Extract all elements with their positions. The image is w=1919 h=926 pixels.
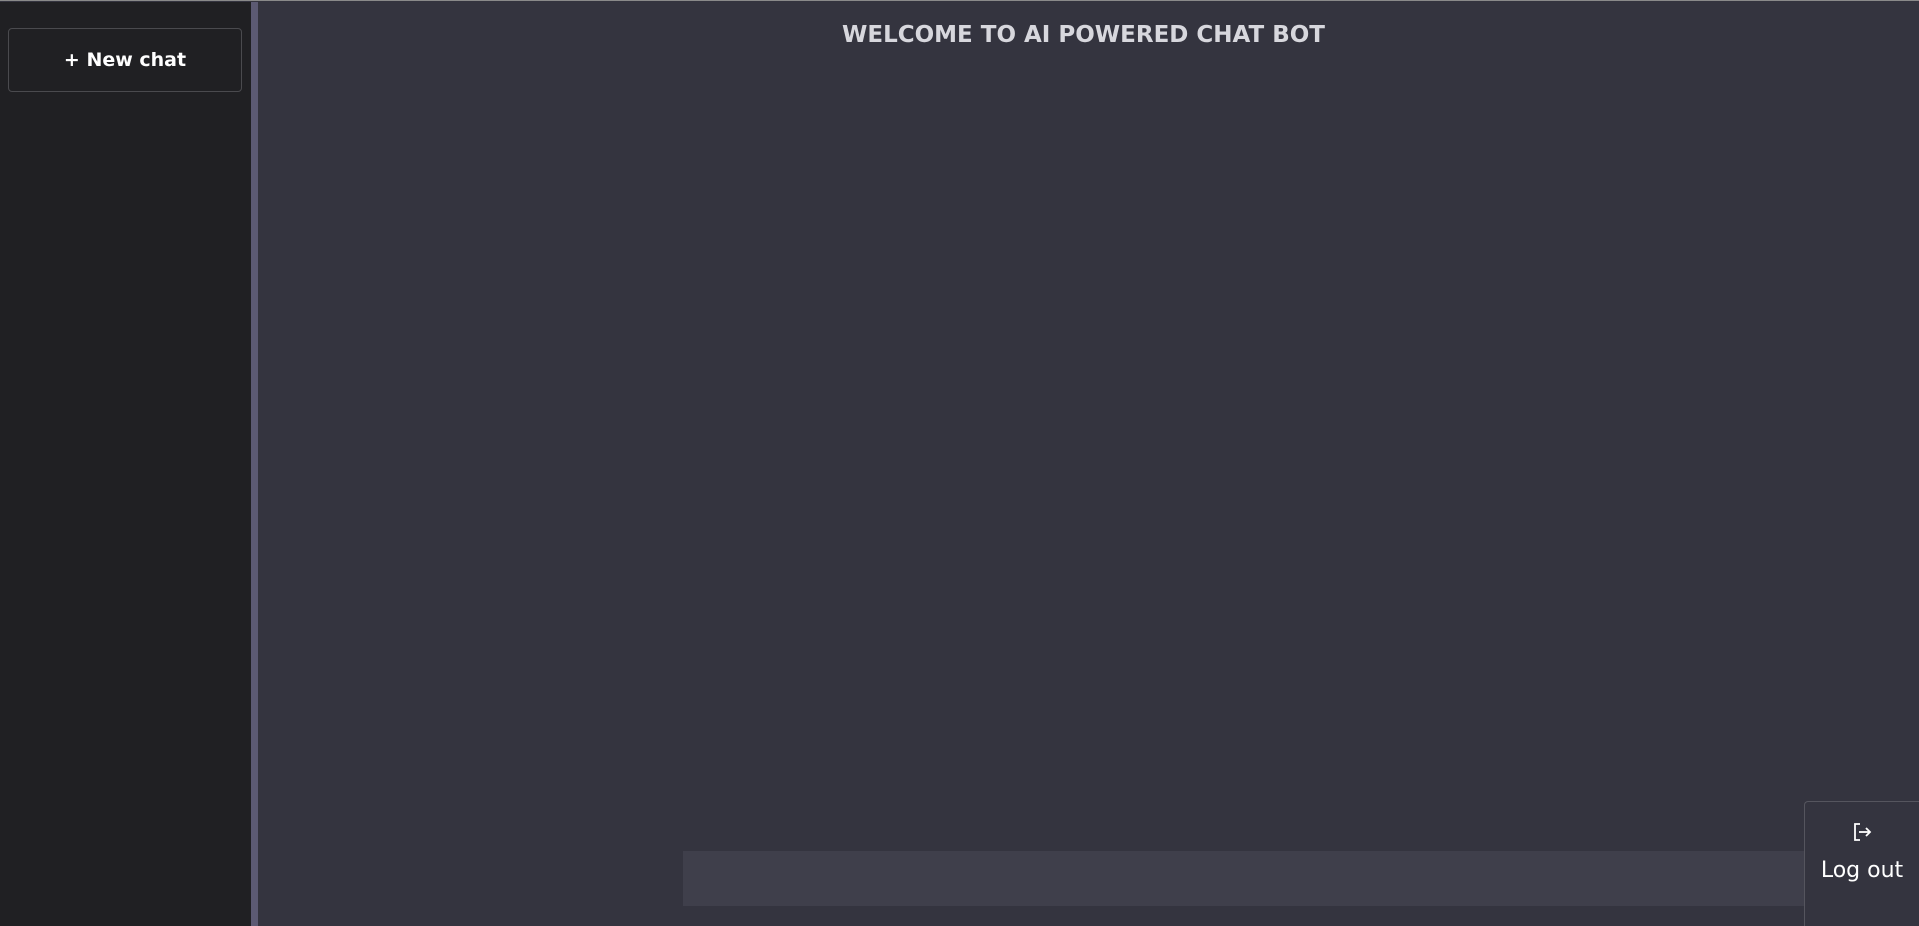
app-window: + New chat WELCOME TO AI POWERED CHAT BO… [0, 0, 1919, 926]
chat-main-panel: WELCOME TO AI POWERED CHAT BOT [258, 2, 1919, 926]
new-chat-label: + New chat [63, 49, 187, 71]
sidebar-divider[interactable] [251, 2, 258, 926]
logout-label: Log out [1820, 858, 1904, 883]
message-input[interactable] [683, 851, 1919, 906]
page-title: WELCOME TO AI POWERED CHAT BOT [841, 22, 1325, 48]
message-input-bar [683, 851, 1919, 906]
sidebar: + New chat [0, 2, 251, 926]
logout-icon [1854, 823, 1872, 841]
logout-button[interactable]: Log out [1804, 801, 1919, 926]
new-chat-button[interactable]: + New chat [8, 28, 242, 92]
